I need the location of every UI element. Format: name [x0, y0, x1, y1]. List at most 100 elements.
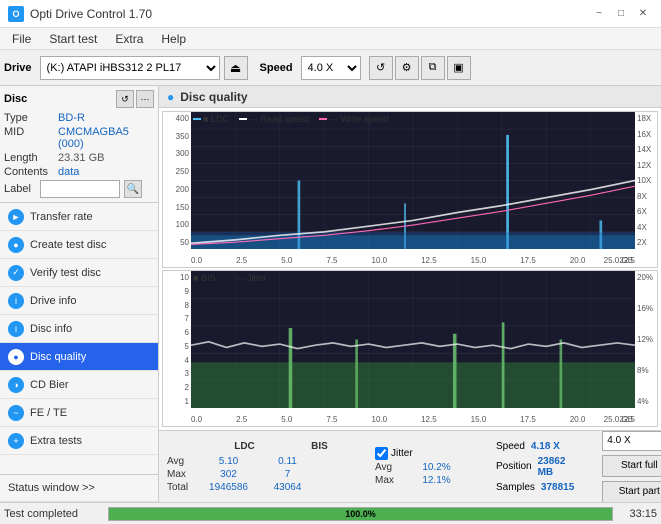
- progress-label: 100.0%: [345, 509, 376, 519]
- sidebar-item-status-window[interactable]: Status window >>: [0, 474, 158, 502]
- ldc-legend-ldc: ■ LDC: [203, 114, 229, 124]
- start-part-button[interactable]: Start part: [602, 481, 661, 503]
- ldc-xaxis-gb: 25.0 GB: [604, 256, 633, 265]
- bis-total: 43064: [260, 482, 315, 493]
- disc-contents-field: Contents data: [4, 166, 154, 178]
- menu-extra[interactable]: Extra: [107, 30, 151, 48]
- extra-tests-icon: +: [8, 433, 24, 449]
- disc-contents-value: data: [58, 166, 79, 178]
- ldc-chart-area: [191, 112, 635, 249]
- disc-label-search-button[interactable]: 🔍: [124, 180, 142, 198]
- sidebar: Disc ↺ ⋯ Type BD-R MID CMCMAGBA5 (000) L…: [0, 86, 159, 502]
- jitter-stats: Jitter Avg 10.2% Max 12.1%: [375, 447, 464, 486]
- menu-help[interactable]: Help: [153, 30, 194, 48]
- sidebar-item-transfer-rate[interactable]: ► Transfer rate: [0, 203, 158, 231]
- progress-bar: 100.0%: [108, 507, 613, 521]
- eject-button[interactable]: ⏏: [224, 56, 248, 80]
- disc-label-row: Label 🔍: [4, 180, 154, 198]
- speed-label: Speed: [496, 441, 525, 452]
- disc-length-label: Length: [4, 152, 56, 164]
- jitter-label: Jitter: [391, 448, 413, 459]
- sidebar-item-label: FE / TE: [30, 407, 67, 419]
- bis-chart-area: [191, 271, 635, 408]
- maximize-button[interactable]: □: [611, 5, 631, 23]
- disc-label-input[interactable]: [40, 180, 120, 198]
- menu-file[interactable]: File: [4, 30, 39, 48]
- ldc-legend-read: — Read speed: [249, 114, 309, 124]
- settings-button[interactable]: ⚙: [395, 56, 419, 80]
- start-full-button[interactable]: Start full: [602, 455, 661, 477]
- sidebar-item-label: Create test disc: [30, 239, 106, 251]
- samples-label: Samples: [496, 482, 535, 493]
- ldc-total: 1946586: [201, 482, 256, 493]
- jitter-avg-label: Avg: [375, 462, 405, 473]
- content-area: ● Disc quality ■ LDC — Read speed: [159, 86, 661, 502]
- jitter-checkbox[interactable]: [375, 447, 388, 460]
- max-label: Max: [167, 469, 197, 480]
- ldc-bis-stats: LDC BIS Avg 5.10 0.11 Max 302 7 Total 19…: [167, 441, 347, 493]
- samples-value: 378815: [541, 482, 574, 493]
- bis-col-header: BIS: [292, 441, 347, 452]
- ldc-yaxis-right: 18X16X14X12X10X8X6X4X2X: [635, 112, 657, 249]
- disc-type-value: BD-R: [58, 112, 85, 124]
- bis-avg: 0.11: [260, 456, 315, 467]
- disc-length-field: Length 23.31 GB: [4, 152, 154, 164]
- disc-type-field: Type BD-R: [4, 112, 154, 124]
- sidebar-item-label: Disc info: [30, 323, 72, 335]
- copy-button[interactable]: ⧉: [421, 56, 445, 80]
- bis-xaxis: 0.02.55.07.510.012.515.017.520.022.5: [191, 415, 635, 424]
- disc-type-label: Type: [4, 112, 56, 124]
- sidebar-item-drive-info[interactable]: i Drive info: [0, 287, 158, 315]
- drive-select[interactable]: (K:) ATAPI iHBS312 2 PL17: [40, 56, 220, 80]
- ldc-xaxis: 0.02.55.07.510.012.515.017.520.022.5: [191, 256, 635, 265]
- sidebar-item-verify-test-disc[interactable]: ✓ Verify test disc: [0, 259, 158, 287]
- bis-legend-bis: ■ BIS: [193, 273, 215, 283]
- menubar: File Start test Extra Help: [0, 28, 661, 50]
- sidebar-item-label: Disc quality: [30, 351, 86, 363]
- jitter-max: 12.1%: [409, 475, 464, 486]
- create-test-disc-icon: ●: [8, 237, 24, 253]
- app-title: Opti Drive Control 1.70: [30, 7, 152, 21]
- action-section: 4.0 X 2.0 X 8.0 X Start full Start part: [602, 431, 661, 503]
- drive-label: Drive: [4, 62, 32, 74]
- charts-area: ■ LDC — Read speed — Write speed 4003503…: [159, 108, 661, 430]
- bis-legend: ■ BIS — Jitter: [193, 273, 266, 283]
- test-speed-select[interactable]: 4.0 X 2.0 X 8.0 X: [602, 431, 661, 451]
- disc-more-button[interactable]: ⋯: [136, 90, 154, 108]
- close-button[interactable]: ✕: [633, 5, 653, 23]
- disc-contents-label: Contents: [4, 166, 56, 178]
- position-label: Position: [496, 461, 532, 472]
- sidebar-item-fe-te[interactable]: ~ FE / TE: [0, 399, 158, 427]
- sidebar-item-label: CD Bier: [30, 379, 69, 391]
- ldc-max: 302: [201, 469, 256, 480]
- ldc-yaxis: 40035030025020015010050: [163, 112, 191, 249]
- disc-refresh-button[interactable]: ↺: [116, 90, 134, 108]
- bis-legend-jitter: — Jitter: [235, 273, 266, 283]
- minimize-button[interactable]: −: [589, 5, 609, 23]
- sidebar-item-extra-tests[interactable]: + Extra tests: [0, 427, 158, 455]
- ldc-avg: 5.10: [201, 456, 256, 467]
- transfer-rate-icon: ►: [8, 209, 24, 225]
- sidebar-item-disc-info[interactable]: i Disc info: [0, 315, 158, 343]
- save-button[interactable]: ▣: [447, 56, 471, 80]
- bis-yaxis: 10987654321: [163, 271, 191, 408]
- bis-max: 7: [260, 469, 315, 480]
- disc-length-value: 23.31 GB: [58, 152, 104, 164]
- fe-te-icon: ~: [8, 405, 24, 421]
- ldc-col-header: LDC: [217, 441, 272, 452]
- jitter-avg: 10.2%: [409, 462, 464, 473]
- sidebar-item-create-test-disc[interactable]: ● Create test disc: [0, 231, 158, 259]
- refresh-button[interactable]: ↺: [369, 56, 393, 80]
- drive-info-icon: i: [8, 293, 24, 309]
- verify-test-disc-icon: ✓: [8, 265, 24, 281]
- avg-label: Avg: [167, 456, 197, 467]
- disc-mid-label: MID: [4, 126, 56, 138]
- ldc-chart: ■ LDC — Read speed — Write speed 4003503…: [162, 111, 658, 268]
- drive-toolbar: Drive (K:) ATAPI iHBS312 2 PL17 ⏏ Speed …: [0, 50, 661, 86]
- sidebar-item-cd-bier[interactable]: ◑ CD Bier: [0, 371, 158, 399]
- sidebar-item-disc-quality[interactable]: ● Disc quality: [0, 343, 158, 371]
- status-text: Test completed: [4, 508, 104, 520]
- speed-select[interactable]: 4.0 X 1.0 X 2.0 X 8.0 X: [301, 56, 361, 80]
- total-label: Total: [167, 482, 197, 493]
- menu-start-test[interactable]: Start test: [41, 30, 105, 48]
